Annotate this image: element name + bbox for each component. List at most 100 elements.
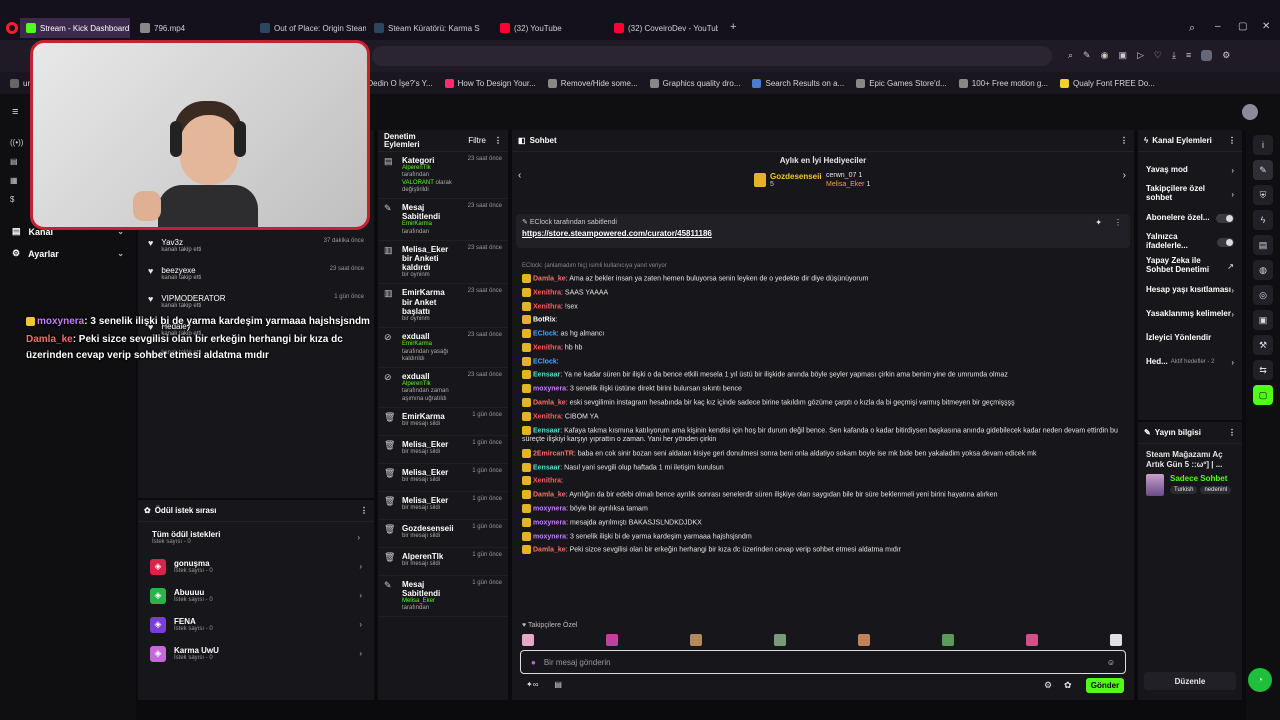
browser-tab[interactable]: 796.mp4 — [134, 18, 250, 38]
chat-username[interactable]: 2EmircanTR — [533, 450, 574, 457]
chat-username[interactable]: Damla_ke — [533, 492, 566, 499]
more-options-icon[interactable]: ⋮ — [1114, 218, 1122, 227]
play-icon[interactable]: ▷ — [1137, 50, 1144, 61]
bookmark-item[interactable]: Graphics quality dro... — [649, 78, 740, 88]
heart-icon[interactable]: ♡ — [1154, 50, 1162, 61]
chat-username[interactable]: BotRix — [533, 317, 556, 324]
grid-icon[interactable]: ▦ — [10, 176, 23, 185]
maximize-icon[interactable]: ▢ — [1238, 21, 1247, 32]
reward-item[interactable]: ◈ gonuşma İstek sayısı - 0 › — [138, 552, 374, 581]
follower-name[interactable]: beezyexe — [161, 266, 201, 275]
chat-username[interactable]: Xenithra — [533, 344, 561, 351]
toggle-switch[interactable] — [1216, 213, 1234, 223]
mod-action-user[interactable]: AlperenTlk — [402, 165, 431, 171]
chat-username[interactable]: moxynera — [533, 533, 566, 540]
mod-action-user[interactable]: Melisa_Eker — [402, 598, 435, 604]
chat-username[interactable]: EClock — [533, 330, 557, 337]
lightning-icon[interactable]: ϟ — [1253, 210, 1273, 230]
bookmark-item[interactable]: Search Results on a... — [752, 78, 844, 88]
chat-username[interactable]: moxynera — [533, 505, 566, 512]
chat-username[interactable]: Damla_ke — [533, 547, 566, 554]
chat-username[interactable]: moxynera — [533, 519, 566, 526]
mod-action-user[interactable]: EmirKarma — [402, 221, 432, 227]
emoji-icon[interactable]: ☺ — [1107, 658, 1115, 667]
chat-input[interactable]: ● Bir mesaj gönderin ☺ — [520, 650, 1126, 674]
document-icon[interactable]: ▤ — [1253, 235, 1273, 255]
settings-icon[interactable]: ⚙ — [1222, 50, 1230, 61]
tv-icon[interactable]: ▣ — [1253, 310, 1273, 330]
category-name[interactable]: Sadece Sohbet — [1170, 474, 1231, 483]
channel-action-item[interactable]: Yavaş mod › — [1138, 158, 1242, 182]
sidebar-item-ayarlar[interactable]: ⚙ Ayarlar ⌄ — [0, 244, 136, 263]
channel-action-item[interactable]: Yalnızca ifadelerle... — [1138, 230, 1242, 254]
user-avatar[interactable] — [1242, 104, 1258, 120]
browser-tab[interactable]: Stream - Kick Dashboard — [20, 18, 130, 38]
address-field[interactable] — [372, 46, 1052, 66]
tools-icon[interactable]: ⚒ — [1253, 335, 1273, 355]
chat-username[interactable]: Eensaar — [533, 464, 560, 471]
search-icon[interactable]: ⌕ — [1068, 50, 1073, 61]
browser-tab[interactable]: Steam Küratörü: Karma St — [368, 18, 480, 38]
pinned-link[interactable]: https://store.steampowered.com/curator/4… — [522, 229, 1124, 238]
unpin-icon[interactable]: ✦ — [1095, 218, 1102, 227]
chat-icon[interactable]: ▤ — [10, 157, 23, 166]
currency-icon[interactable]: ✦∞ — [526, 680, 538, 689]
app-icon[interactable]: ▢ — [1253, 385, 1273, 405]
chat-username[interactable]: Damla_ke — [533, 399, 566, 406]
chat-username[interactable]: Xenithra — [533, 289, 561, 296]
edit-icon[interactable]: ✎ — [1083, 50, 1091, 61]
channel-action-item[interactable]: İzleyici Yönlendir — [1138, 326, 1242, 350]
calendar-icon[interactable]: ▤ — [554, 680, 562, 689]
new-tab-button[interactable]: + — [730, 21, 736, 33]
wallet-icon[interactable]: ▣ — [1118, 50, 1127, 61]
prev-arrow-icon[interactable]: ‹ — [518, 170, 521, 181]
channel-action-item[interactable]: Hesap yaşı kısıtlaması › — [1138, 278, 1242, 302]
camera-icon[interactable]: ◉ — [1101, 50, 1109, 61]
bookmark-item[interactable]: Epic Games Store'd... — [856, 78, 947, 88]
bookmark-item[interactable]: How To Design Your... — [444, 78, 536, 88]
share-icon[interactable]: ⇆ — [1253, 360, 1273, 380]
emote-menu-icon[interactable]: ✿ — [1064, 680, 1072, 691]
edit-icon[interactable]: ✎ — [1253, 160, 1273, 180]
more-options-icon[interactable]: ⋮ — [494, 136, 502, 145]
download-icon[interactable]: ⤓ — [1172, 50, 1176, 61]
chat-username[interactable]: moxynera — [533, 386, 566, 393]
chat-username[interactable]: Xenithra — [533, 303, 561, 310]
edit-button[interactable]: Düzenle — [1144, 672, 1236, 690]
channel-action-item[interactable]: Takipçilere özel sohbet › — [1138, 182, 1242, 206]
filter-button[interactable]: Filtre — [468, 136, 486, 145]
support-chat-icon[interactable]: ◔ — [1248, 668, 1272, 692]
channel-action-item[interactable]: Abonelere özel... — [1138, 206, 1242, 230]
chat-username[interactable]: Xenithra — [533, 413, 561, 420]
menu-icon[interactable]: ≡ — [1186, 50, 1191, 61]
broadcast-icon[interactable]: ◎ — [1253, 285, 1273, 305]
more-options-icon[interactable]: ⋮ — [1228, 428, 1236, 437]
browser-tab[interactable]: (32) CoveiroDev - YouTub — [608, 18, 718, 38]
toggle-switch[interactable] — [1217, 237, 1234, 247]
chat-username[interactable]: Eensaar — [533, 427, 560, 434]
broadcast-icon[interactable]: ((•)) — [10, 138, 23, 147]
chat-settings-icon[interactable]: ⚙ — [1044, 680, 1052, 691]
bookmark-item[interactable]: Remove/Hide some... — [547, 78, 638, 88]
bookmark-item[interactable]: un — [10, 78, 32, 88]
follower-name[interactable]: Yav3z — [161, 238, 201, 247]
chat-username[interactable]: Eensaar — [533, 372, 560, 379]
follower-name[interactable]: VIPMODERATOR — [161, 294, 225, 303]
shield-icon[interactable]: ⛨ — [1253, 185, 1273, 205]
channel-action-item[interactable]: Yasaklanmış kelimeler › — [1138, 302, 1242, 326]
tag[interactable]: nedeninl — [1200, 486, 1232, 494]
chat-username[interactable]: Xenithra — [533, 478, 561, 485]
tag[interactable]: Turkish — [1170, 486, 1198, 494]
minimize-icon[interactable]: – — [1215, 21, 1221, 32]
close-window-icon[interactable]: ✕ — [1262, 21, 1270, 32]
channel-action-item[interactable]: Hed... Aktif hedefler - 2 › — [1138, 350, 1242, 374]
more-options-icon[interactable]: ⋮ — [360, 506, 368, 515]
more-options-icon[interactable]: ⋮ — [1120, 136, 1128, 145]
reward-item[interactable]: ◈ Abuuuu İstek sayısı - 0 › — [138, 581, 374, 610]
search-tabs-icon[interactable]: ⌕ — [1189, 22, 1195, 35]
bookmark-item[interactable]: Qualy Font FREE Do... — [1060, 78, 1155, 88]
mod-action-user[interactable]: EmirKarma — [402, 341, 432, 347]
send-button[interactable]: Gönder — [1086, 678, 1124, 693]
all-rewards-row[interactable]: Tüm ödül istekleri İstek sayısı - 0 › — [138, 522, 374, 552]
browser-tab[interactable]: (32) YouTube — [494, 18, 606, 38]
